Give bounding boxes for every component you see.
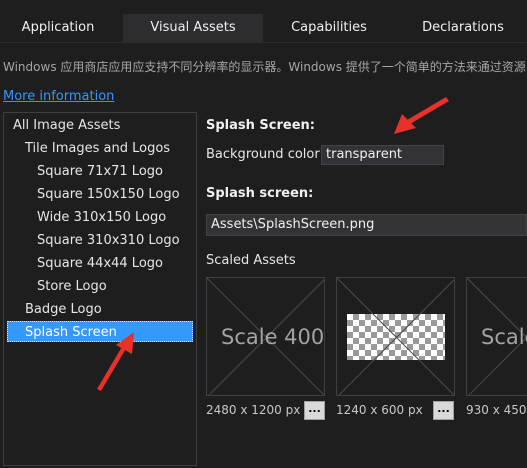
tab-bar: Application Visual Assets Capabilities D… bbox=[0, 0, 527, 42]
scaled-asset-tile-150[interactable]: Scale bbox=[466, 277, 527, 396]
description-text: Windows 应用商店应用应支持不同分辨率的显示器。Windows 提供了一个… bbox=[3, 60, 526, 74]
tab-declarations[interactable]: Declarations bbox=[395, 14, 527, 42]
tab-capabilities[interactable]: Capabilities bbox=[263, 14, 395, 42]
tree-item-badge-logo[interactable]: Badge Logo bbox=[25, 299, 102, 320]
scale-label: Scale bbox=[481, 325, 527, 349]
asset-size-label: 2480 x 1200 px bbox=[206, 403, 301, 417]
tab-application[interactable]: Application bbox=[0, 14, 116, 42]
background-color-label: Background color: bbox=[206, 147, 324, 162]
splash-image-path-input[interactable]: Assets\SplashScreen.png bbox=[206, 214, 527, 236]
placeholder-cross-icon bbox=[337, 278, 454, 395]
splash-image-heading: Splash screen: bbox=[206, 186, 314, 201]
browse-button[interactable]: ... bbox=[304, 401, 325, 420]
asset-size-label: 930 x 450 bbox=[466, 403, 527, 417]
tree-item-splash-screen[interactable]: Splash Screen bbox=[7, 321, 193, 342]
browse-button[interactable]: ... bbox=[433, 401, 454, 420]
tree-item-square-44x44-logo[interactable]: Square 44x44 Logo bbox=[37, 253, 163, 274]
scaled-assets-heading: Scaled Assets bbox=[206, 253, 296, 268]
tree-item-wide-310x150-logo[interactable]: Wide 310x150 Logo bbox=[37, 207, 166, 228]
background-color-input[interactable]: transparent bbox=[321, 145, 444, 165]
tab-divider bbox=[0, 42, 527, 43]
asset-size-label: 1240 x 600 px bbox=[336, 403, 423, 417]
tab-visual-assets[interactable]: Visual Assets bbox=[123, 14, 263, 42]
scale-label: Scale 400 bbox=[221, 325, 325, 349]
more-information-link[interactable]: More information bbox=[3, 89, 114, 104]
splash-screen-heading: Splash Screen: bbox=[206, 118, 315, 133]
asset-tree: All Image Assets Tile Images and Logos S… bbox=[3, 112, 197, 466]
tree-item-square-150x150-logo[interactable]: Square 150x150 Logo bbox=[37, 184, 180, 205]
tree-item-square-310x310-logo[interactable]: Square 310x310 Logo bbox=[37, 230, 180, 251]
tree-item-store-logo[interactable]: Store Logo bbox=[37, 276, 107, 297]
tree-item-square-71x71-logo[interactable]: Square 71x71 Logo bbox=[37, 161, 163, 182]
tree-item-tile-images-and-logos[interactable]: Tile Images and Logos bbox=[25, 138, 170, 159]
arrow-icon bbox=[394, 97, 449, 134]
tree-item-all-image-assets[interactable]: All Image Assets bbox=[13, 115, 120, 136]
scaled-asset-tile-400[interactable]: Scale 400 bbox=[206, 277, 325, 396]
scaled-asset-tile-200[interactable] bbox=[336, 277, 455, 396]
